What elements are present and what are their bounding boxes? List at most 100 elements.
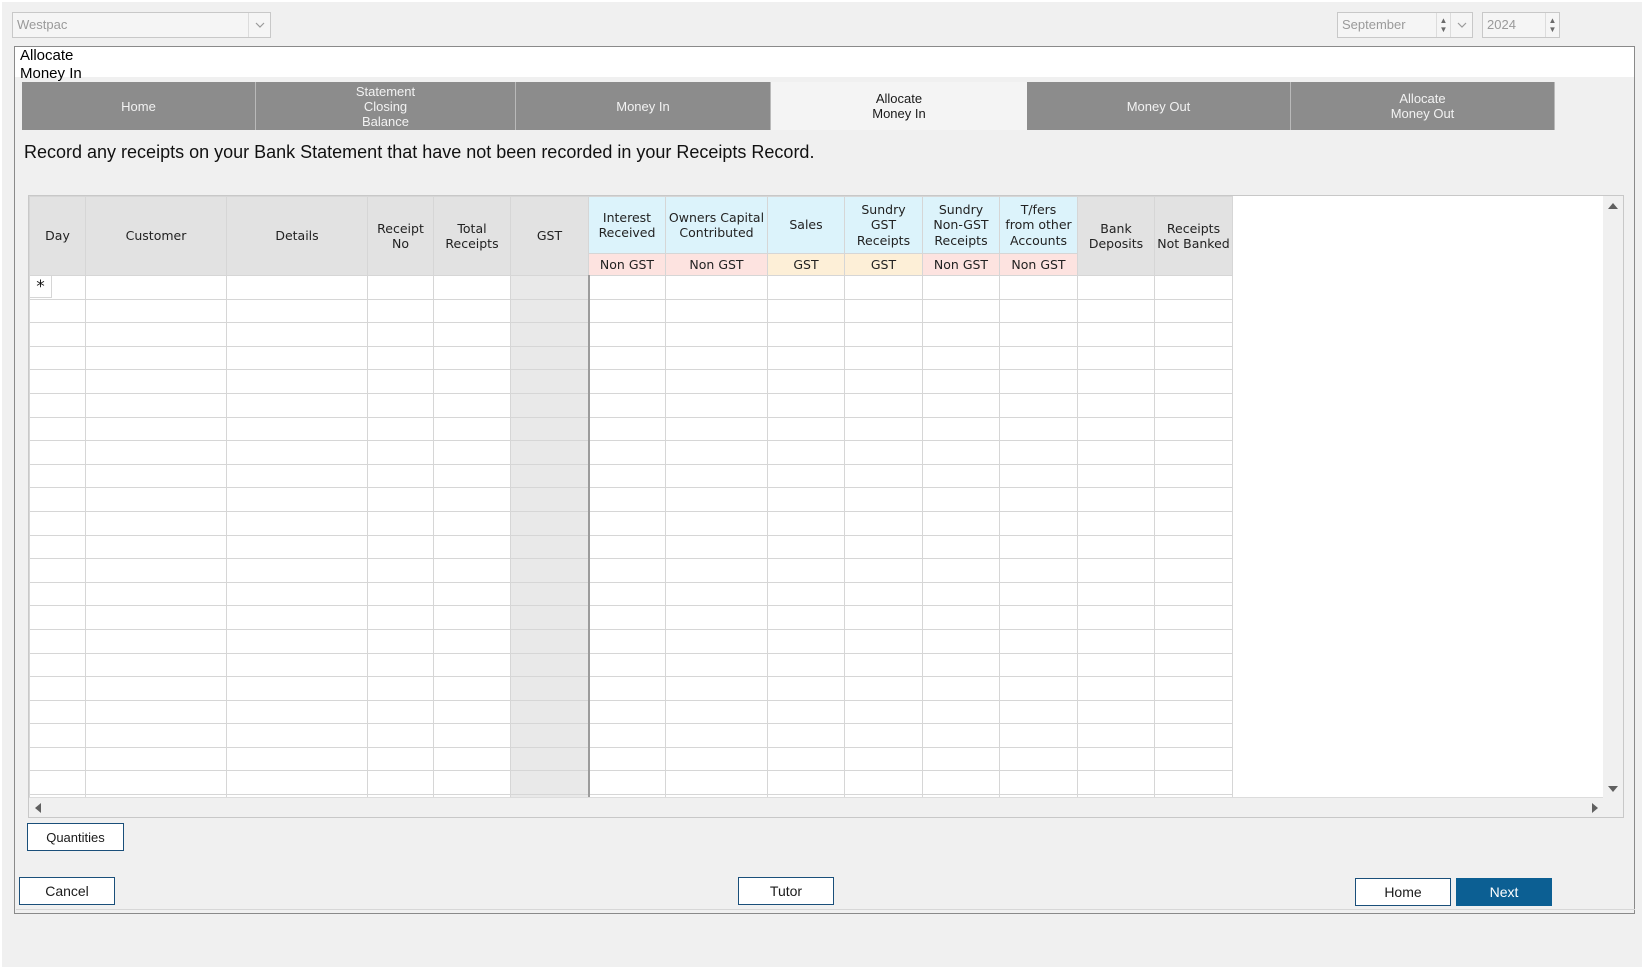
grid-cell-details[interactable] bbox=[226, 699, 368, 725]
grid-cell-details[interactable] bbox=[226, 605, 368, 630]
grid-cell-customer[interactable] bbox=[85, 581, 227, 607]
table-row[interactable] bbox=[29, 652, 1233, 678]
grid-cell-transfers[interactable] bbox=[999, 558, 1078, 583]
grid-cell-gst[interactable] bbox=[510, 652, 590, 678]
grid-cell-owners-capital[interactable] bbox=[665, 770, 768, 796]
grid-cell-owners-capital[interactable] bbox=[665, 652, 768, 678]
grid-cell-day[interactable] bbox=[29, 628, 86, 654]
chevron-down-icon[interactable] bbox=[248, 13, 270, 37]
grid-cell-owners-capital[interactable] bbox=[665, 605, 768, 630]
grid-cell-day[interactable] bbox=[29, 298, 86, 324]
grid-cell-customer[interactable] bbox=[85, 723, 227, 748]
grid-cell-sundry-gst[interactable] bbox=[844, 345, 923, 371]
grid-cell-day[interactable] bbox=[29, 770, 86, 796]
grid-cell-bank-deposits[interactable] bbox=[1077, 699, 1155, 725]
grid-cell-total-receipts[interactable] bbox=[433, 676, 511, 701]
grid-cell-sundry-gst[interactable] bbox=[844, 652, 923, 678]
grid-cell-customer[interactable] bbox=[85, 652, 227, 678]
grid-cell-customer[interactable] bbox=[85, 416, 227, 442]
grid-cell-sales[interactable] bbox=[767, 369, 845, 394]
grid-cell-total-receipts[interactable] bbox=[433, 581, 511, 607]
grid-cell-receipt-no[interactable] bbox=[367, 699, 434, 725]
grid-cell-bank-deposits[interactable] bbox=[1077, 416, 1155, 442]
grid-cell-sundry-gst[interactable] bbox=[844, 534, 923, 560]
grid-cell-gst[interactable] bbox=[510, 676, 590, 701]
grid-cell-customer[interactable] bbox=[85, 676, 227, 701]
grid-cell-receipt-no[interactable] bbox=[367, 322, 434, 347]
grid-cell-day[interactable] bbox=[29, 558, 86, 583]
year-spinner-icon[interactable]: ▲ ▼ bbox=[1545, 13, 1559, 37]
grid-cell-receipt-no[interactable] bbox=[367, 723, 434, 748]
grid-cell-transfers[interactable] bbox=[999, 534, 1078, 560]
grid-cell-receipt-no[interactable] bbox=[367, 275, 434, 300]
grid-cell-owners-capital[interactable] bbox=[665, 487, 768, 512]
grid-cell-bank-deposits[interactable] bbox=[1077, 510, 1155, 536]
grid-cell-owners-capital[interactable] bbox=[665, 322, 768, 347]
grid-cell-transfers[interactable] bbox=[999, 581, 1078, 607]
grid-cell-bank-deposits[interactable] bbox=[1077, 723, 1155, 748]
grid-cell-total-receipts[interactable] bbox=[433, 416, 511, 442]
grid-cell-sales[interactable] bbox=[767, 770, 845, 796]
grid-cell-sundry-non-gst[interactable] bbox=[922, 746, 1000, 772]
grid-cell-bank-deposits[interactable] bbox=[1077, 746, 1155, 772]
grid-cell-day[interactable]: * bbox=[29, 275, 86, 300]
grid-cell-receipts-not-banked[interactable] bbox=[1154, 298, 1233, 324]
grid-cell-sales[interactable] bbox=[767, 345, 845, 371]
grid-cell-details[interactable] bbox=[226, 534, 368, 560]
grid-cell-receipt-no[interactable] bbox=[367, 416, 434, 442]
grid-cell-sales[interactable] bbox=[767, 558, 845, 583]
grid-cell-gst[interactable] bbox=[510, 723, 590, 748]
grid-cell-sales[interactable] bbox=[767, 676, 845, 701]
grid-cell-owners-capital[interactable] bbox=[665, 369, 768, 394]
vertical-scrollbar[interactable] bbox=[1603, 196, 1623, 798]
grid-cell-receipts-not-banked[interactable] bbox=[1154, 770, 1233, 796]
table-row[interactable] bbox=[29, 298, 1233, 324]
grid-cell-details[interactable] bbox=[226, 322, 368, 347]
grid-cell-sundry-gst[interactable] bbox=[844, 487, 923, 512]
grid-cell-receipts-not-banked[interactable] bbox=[1154, 723, 1233, 748]
grid-cell-receipts-not-banked[interactable] bbox=[1154, 534, 1233, 560]
grid-cell-sundry-non-gst[interactable] bbox=[922, 487, 1000, 512]
grid-cell-receipts-not-banked[interactable] bbox=[1154, 746, 1233, 772]
grid-cell-owners-capital[interactable] bbox=[665, 440, 768, 465]
grid-cell-total-receipts[interactable] bbox=[433, 723, 511, 748]
table-row[interactable] bbox=[29, 416, 1233, 442]
grid-cell-customer[interactable] bbox=[85, 605, 227, 630]
grid-cell-details[interactable] bbox=[226, 345, 368, 371]
grid-cell-owners-capital[interactable] bbox=[665, 275, 768, 300]
grid-cell-receipts-not-banked[interactable] bbox=[1154, 463, 1233, 489]
grid-cell-receipts-not-banked[interactable] bbox=[1154, 699, 1233, 725]
table-row[interactable] bbox=[29, 699, 1233, 725]
grid-cell-sales[interactable] bbox=[767, 699, 845, 725]
grid-cell-sales[interactable] bbox=[767, 487, 845, 512]
grid-cell-total-receipts[interactable] bbox=[433, 558, 511, 583]
grid-cell-interest-received[interactable] bbox=[588, 652, 666, 678]
grid-cell-interest-received[interactable] bbox=[588, 416, 666, 442]
grid-cell-gst[interactable] bbox=[510, 628, 590, 654]
grid-cell-day[interactable] bbox=[29, 369, 86, 394]
grid-cell-details[interactable] bbox=[226, 676, 368, 701]
grid-cell-receipt-no[interactable] bbox=[367, 510, 434, 536]
grid-cell-receipt-no[interactable] bbox=[367, 770, 434, 796]
grid-cell-receipt-no[interactable] bbox=[367, 440, 434, 465]
table-row[interactable] bbox=[29, 463, 1233, 489]
grid-cell-owners-capital[interactable] bbox=[665, 746, 768, 772]
grid-cell-customer[interactable] bbox=[85, 558, 227, 583]
table-row[interactable] bbox=[29, 628, 1233, 654]
grid-cell-sundry-non-gst[interactable] bbox=[922, 581, 1000, 607]
grid-cell-bank-deposits[interactable] bbox=[1077, 369, 1155, 394]
grid-cell-receipts-not-banked[interactable] bbox=[1154, 605, 1233, 630]
grid-cell-total-receipts[interactable] bbox=[433, 605, 511, 630]
grid-cell-day[interactable] bbox=[29, 345, 86, 371]
grid-cell-receipt-no[interactable] bbox=[367, 463, 434, 489]
grid-cell-total-receipts[interactable] bbox=[433, 628, 511, 654]
table-row[interactable] bbox=[29, 605, 1233, 630]
grid-cell-day[interactable] bbox=[29, 534, 86, 560]
grid-cell-receipts-not-banked[interactable] bbox=[1154, 392, 1233, 418]
next-button[interactable]: Next bbox=[1456, 878, 1552, 906]
grid-cell-receipts-not-banked[interactable] bbox=[1154, 628, 1233, 654]
grid-cell-receipts-not-banked[interactable] bbox=[1154, 652, 1233, 678]
grid-cell-day[interactable] bbox=[29, 440, 86, 465]
table-row[interactable] bbox=[29, 510, 1233, 536]
grid-cell-gst[interactable] bbox=[510, 275, 590, 300]
